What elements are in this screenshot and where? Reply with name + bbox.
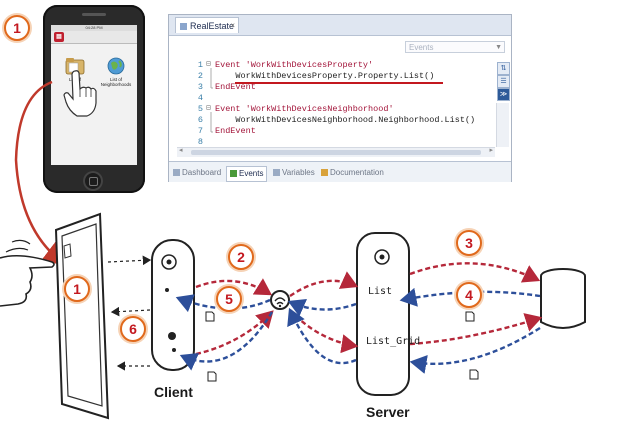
display-arrow (110, 306, 151, 317)
client-indicator (172, 348, 176, 352)
client-indicator (165, 288, 169, 292)
step-badge-1-tap: 1 (64, 276, 90, 302)
step-badge-4: 4 (456, 282, 482, 308)
pointer-arrow (14, 80, 66, 266)
document-icon (205, 311, 215, 322)
step-badge-5: 5 (216, 286, 242, 312)
document-icon (465, 311, 475, 322)
architecture-diagram (0, 80, 586, 420)
gear-hub (379, 254, 385, 260)
tap-arrow (107, 255, 152, 266)
document-icon (469, 369, 479, 380)
response-arrow (179, 311, 274, 371)
client-label: Client (154, 384, 193, 400)
server-list-label: List (368, 286, 393, 297)
server-label: Server (366, 404, 410, 420)
server-listgrid-label: List_Grid (366, 336, 421, 347)
response-arrow (409, 326, 541, 374)
step-badge-6: 6 (120, 316, 146, 342)
hand-icon (0, 254, 55, 307)
tablet-app-icon (63, 243, 72, 259)
step-badge-2: 2 (228, 244, 254, 270)
response-arrow (287, 298, 357, 317)
database-icon (540, 276, 586, 329)
gear-hub (166, 259, 172, 265)
query-arrow (409, 313, 543, 346)
client-button (168, 332, 176, 340)
hand-motion-lines (5, 239, 31, 253)
query-arrow (409, 262, 541, 283)
request-arrow (289, 271, 359, 297)
wifi-dot (278, 304, 282, 308)
step-badge-3: 3 (456, 230, 482, 256)
document-icon (207, 371, 217, 382)
